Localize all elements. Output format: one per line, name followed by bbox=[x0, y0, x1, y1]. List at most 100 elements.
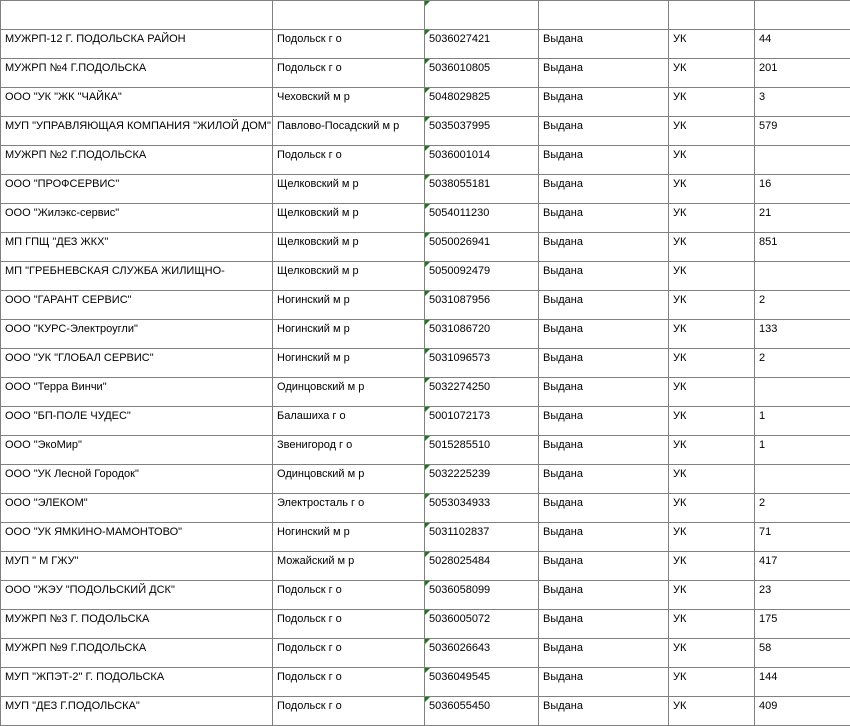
cell-col5: 175 bbox=[755, 610, 850, 639]
table-row: ООО "ЖЭУ "ПОДОЛЬСКИЙ ДСК"Подольск г о503… bbox=[1, 581, 850, 610]
cell-col2: 5031086720 bbox=[425, 320, 539, 349]
cell-col1: Электросталь г о bbox=[273, 494, 425, 523]
cell-col2: 5031087956 bbox=[425, 291, 539, 320]
cell-col0: ООО "УК "ГЛОБАЛ СЕРВИС" bbox=[1, 349, 273, 378]
cell-col0: МП ГПЩ "ДЕЗ ЖКХ" bbox=[1, 233, 273, 262]
table-row: ООО "УК "ЖК "ЧАЙКА"Чеховский м р50480298… bbox=[1, 88, 850, 117]
cell-col4: УК bbox=[669, 88, 755, 117]
cell-col2: 5038055181 bbox=[425, 175, 539, 204]
cell-col3: Выдана bbox=[539, 146, 669, 175]
cell-col2: 5035037995 bbox=[425, 117, 539, 146]
cell-col2: 5048029825 bbox=[425, 88, 539, 117]
cell-col0: МУП "ДЕЗ Г.ПОДОЛЬСКА" bbox=[1, 697, 273, 726]
cell-col4: УК bbox=[669, 697, 755, 726]
cell-col2: 5036001014 bbox=[425, 146, 539, 175]
cell-col5 bbox=[755, 465, 850, 494]
cell-col4: УК bbox=[669, 146, 755, 175]
cell-col3: Выдана bbox=[539, 436, 669, 465]
cell-col2: 5036005072 bbox=[425, 610, 539, 639]
cell-col5: 16 bbox=[755, 175, 850, 204]
cell-col3: Выдана bbox=[539, 494, 669, 523]
cell-col1: Подольск г о bbox=[273, 610, 425, 639]
table-row: ООО "КУРС-Электроугли"Ногинский м р50310… bbox=[1, 320, 850, 349]
cell-col5: 417 bbox=[755, 552, 850, 581]
cell-col1: Одинцовский м р bbox=[273, 465, 425, 494]
table-row bbox=[1, 1, 850, 30]
table-row: МУП "УПРАВЛЯЮЩАЯ КОМПАНИЯ "ЖИЛОЙ ДОМ"Пав… bbox=[1, 117, 850, 146]
cell-col4: УК bbox=[669, 30, 755, 59]
cell-col1: Подольск г о bbox=[273, 697, 425, 726]
cell-col4: УК bbox=[669, 175, 755, 204]
cell-col1: Одинцовский м р bbox=[273, 378, 425, 407]
table-row: МП "ГРЕБНЕВСКАЯ СЛУЖБА ЖИЛИЩНО-Щелковски… bbox=[1, 262, 850, 291]
cell-col5: 1 bbox=[755, 436, 850, 465]
cell-col1 bbox=[273, 1, 425, 30]
table-row: МУП "ЖПЭТ-2" Г. ПОДОЛЬСКАПодольск г о503… bbox=[1, 668, 850, 697]
table-row: МП ГПЩ "ДЕЗ ЖКХ"Щелковский м р5050026941… bbox=[1, 233, 850, 262]
cell-col3: Выдана bbox=[539, 610, 669, 639]
cell-col3: Выдана bbox=[539, 581, 669, 610]
cell-col3 bbox=[539, 1, 669, 30]
cell-col0: МУЖРП-12 Г. ПОДОЛЬСКА РАЙОН bbox=[1, 30, 273, 59]
table-row: ООО "Жилэкс-сервис"Щелковский м р5054011… bbox=[1, 204, 850, 233]
cell-col4: УК bbox=[669, 523, 755, 552]
cell-col4: УК bbox=[669, 117, 755, 146]
cell-col1: Подольск г о bbox=[273, 668, 425, 697]
cell-col2: 5036055450 bbox=[425, 697, 539, 726]
cell-col3: Выдана bbox=[539, 88, 669, 117]
cell-col1: Звенигород г о bbox=[273, 436, 425, 465]
cell-col3: Выдана bbox=[539, 233, 669, 262]
cell-col0: ООО "КУРС-Электроугли" bbox=[1, 320, 273, 349]
cell-col1: Ногинский м р bbox=[273, 349, 425, 378]
cell-col4: УК bbox=[669, 552, 755, 581]
cell-col0: ООО "ГАРАНТ СЕРВИС" bbox=[1, 291, 273, 320]
cell-col5: 144 bbox=[755, 668, 850, 697]
cell-col2: 5001072173 bbox=[425, 407, 539, 436]
cell-col5: 44 bbox=[755, 30, 850, 59]
cell-col2: 5032274250 bbox=[425, 378, 539, 407]
cell-col2: 5028025484 bbox=[425, 552, 539, 581]
cell-col5: 2 bbox=[755, 349, 850, 378]
cell-col1: Щелковский м р bbox=[273, 262, 425, 291]
cell-col4: УК bbox=[669, 407, 755, 436]
cell-col5: 58 bbox=[755, 639, 850, 668]
cell-col2: 5036049545 bbox=[425, 668, 539, 697]
cell-col0: ООО "БП-ПОЛЕ ЧУДЕС" bbox=[1, 407, 273, 436]
cell-col5: 21 bbox=[755, 204, 850, 233]
table-row: ООО "УК Лесной Городок"Одинцовский м р50… bbox=[1, 465, 850, 494]
cell-col2: 5036058099 bbox=[425, 581, 539, 610]
cell-col1: Чеховский м р bbox=[273, 88, 425, 117]
cell-col3: Выдана bbox=[539, 291, 669, 320]
cell-col2: 5036027421 bbox=[425, 30, 539, 59]
cell-col1: Можайский м р bbox=[273, 552, 425, 581]
cell-col0: ООО "УК Лесной Городок" bbox=[1, 465, 273, 494]
cell-col0: ООО "Терра Винчи" bbox=[1, 378, 273, 407]
cell-col1: Ногинский м р bbox=[273, 320, 425, 349]
cell-col5: 133 bbox=[755, 320, 850, 349]
cell-col0: ООО "УК ЯМКИНО-МАМОНТОВО" bbox=[1, 523, 273, 552]
cell-col4: УК bbox=[669, 610, 755, 639]
cell-col3: Выдана bbox=[539, 204, 669, 233]
cell-col2: 5050026941 bbox=[425, 233, 539, 262]
cell-col3: Выдана bbox=[539, 175, 669, 204]
cell-col5 bbox=[755, 1, 850, 30]
cell-col3: Выдана bbox=[539, 407, 669, 436]
cell-col3: Выдана bbox=[539, 668, 669, 697]
cell-col4: УК bbox=[669, 320, 755, 349]
cell-col0: ООО "ЭкоМир" bbox=[1, 436, 273, 465]
cell-col3: Выдана bbox=[539, 552, 669, 581]
table-row: МУП "ДЕЗ Г.ПОДОЛЬСКА"Подольск г о5036055… bbox=[1, 697, 850, 726]
cell-col0: ООО "ЭЛЕКОМ" bbox=[1, 494, 273, 523]
cell-col2: 5036026643 bbox=[425, 639, 539, 668]
cell-col4: УК bbox=[669, 639, 755, 668]
cell-col1: Павлово-Посадский м р bbox=[273, 117, 425, 146]
cell-col2: 5050092479 bbox=[425, 262, 539, 291]
cell-col3: Выдана bbox=[539, 378, 669, 407]
cell-col2 bbox=[425, 1, 539, 30]
cell-col5 bbox=[755, 262, 850, 291]
cell-col0: МУЖРП №3 Г. ПОДОЛЬСКА bbox=[1, 610, 273, 639]
cell-col0: МУЖРП №4 Г.ПОДОЛЬСКА bbox=[1, 59, 273, 88]
cell-col0: ООО "ПРОФСЕРВИС" bbox=[1, 175, 273, 204]
cell-col3: Выдана bbox=[539, 30, 669, 59]
cell-col0: МП "ГРЕБНЕВСКАЯ СЛУЖБА ЖИЛИЩНО- bbox=[1, 262, 273, 291]
